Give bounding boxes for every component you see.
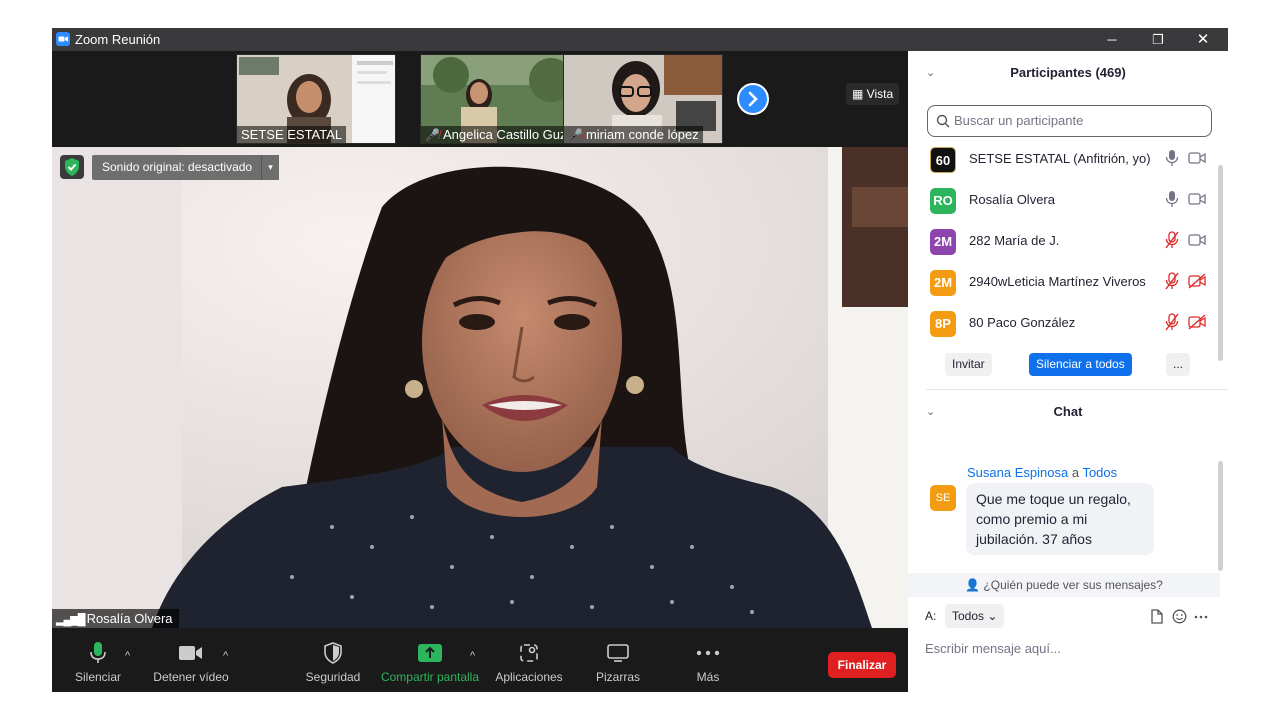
chevron-right-icon: [748, 91, 758, 107]
muted-mic-icon: 🎤̸: [568, 128, 583, 142]
restore-button[interactable]: ❐: [1135, 28, 1181, 51]
video-camera-icon: [179, 646, 202, 660]
end-meeting-button[interactable]: Finalizar: [828, 652, 896, 678]
participant-name: 2940wLeticia Martínez Viveros: [969, 274, 1146, 289]
emoji-icon[interactable]: [1172, 609, 1187, 624]
chat-message-input[interactable]: Escribir mensaje aquí...: [925, 641, 1061, 656]
whiteboards-button[interactable]: Pizarras: [592, 640, 644, 684]
thumbnail-video[interactable]: SETSE ESTATAL: [236, 54, 396, 144]
search-icon: [936, 114, 950, 128]
microphone-icon[interactable]: [1165, 149, 1179, 167]
participant-avatar: 8P: [930, 311, 956, 337]
speaker-name-label: ▂▄▆█ Rosalía Olvera: [52, 609, 179, 628]
muted-mic-icon[interactable]: [1165, 272, 1179, 290]
message-bubble: Que me toque un regalo, como premio a mi…: [966, 483, 1154, 555]
video-off-icon[interactable]: [1188, 273, 1206, 289]
view-button[interactable]: ▦ Vista: [846, 83, 900, 105]
security-status-badge: [60, 155, 84, 179]
signal-bars-icon: ▂▄▆█: [56, 614, 87, 626]
muted-mic-icon[interactable]: [1165, 231, 1179, 249]
participant-row[interactable]: 8P 80 Paco González: [908, 302, 1220, 343]
chat-header[interactable]: ⌄ Chat: [908, 400, 1228, 424]
muted-mic-icon[interactable]: [1165, 313, 1179, 331]
thumbnail-video[interactable]: 🎤̸ miriam conde lópez: [563, 54, 723, 144]
share-screen-button[interactable]: Compartir pantalla: [380, 640, 480, 684]
chevron-down-icon: ⌄: [926, 67, 936, 79]
participant-search-input[interactable]: Buscar un participante: [927, 105, 1212, 137]
chat-scrollbar[interactable]: [1218, 461, 1223, 571]
next-page-button[interactable]: [737, 83, 769, 115]
user-icon: 👤: [965, 578, 984, 592]
whiteboard-icon: [607, 644, 629, 662]
participants-more-button[interactable]: ...: [1166, 353, 1191, 376]
video-camera-icon[interactable]: [1188, 232, 1206, 248]
more-dots-icon: [696, 650, 720, 656]
window-title: Zoom Reunión: [75, 32, 161, 47]
minimize-button[interactable]: ─: [1089, 28, 1135, 51]
close-button[interactable]: ✕: [1180, 28, 1226, 51]
muted-mic-icon: 🎤̸: [425, 128, 440, 142]
thumbnail-video[interactable]: 🎤̸ Angelica Castillo Guz...: [420, 54, 580, 144]
recipient-label: A:: [925, 609, 937, 623]
participant-name: Rosalía Olvera: [969, 192, 1055, 207]
participant-row[interactable]: RO Rosalía Olvera: [908, 179, 1220, 220]
apps-icon: [520, 644, 538, 662]
speaker-scene: [52, 147, 908, 628]
sender-avatar: SE: [930, 485, 956, 511]
chevron-down-icon: ⌄: [984, 609, 998, 623]
mute-all-button[interactable]: Silenciar a todos: [1029, 353, 1132, 376]
security-button[interactable]: Seguridad: [302, 640, 364, 684]
file-icon[interactable]: [1150, 609, 1164, 624]
invite-button[interactable]: Invitar: [945, 353, 992, 376]
who-can-see-link[interactable]: 👤 ¿Quién puede ver sus mensajes?: [908, 573, 1220, 597]
participant-row[interactable]: 2M 282 María de J.: [908, 220, 1220, 261]
original-sound-status[interactable]: Sonido original: desactivado: [92, 155, 263, 180]
participant-row[interactable]: 2M 2940wLeticia Martínez Viveros: [908, 261, 1220, 302]
more-button[interactable]: Más: [682, 640, 734, 684]
thumbnail-name: 🎤̸ Angelica Castillo Guz...: [421, 126, 579, 143]
participant-avatar: RO: [930, 188, 956, 214]
side-panel: ⌄ Participantes (469) Buscar un particip…: [908, 51, 1228, 692]
stop-video-button[interactable]: Detener vídeo: [150, 640, 232, 684]
video-camera-icon[interactable]: [1188, 150, 1206, 166]
mute-button[interactable]: Silenciar: [72, 640, 124, 684]
audio-options-caret[interactable]: ^: [125, 650, 130, 662]
participant-avatar: 2M: [930, 229, 956, 255]
video-options-caret[interactable]: ^: [223, 650, 228, 662]
participant-avatar: 60: [930, 147, 956, 173]
apps-button[interactable]: Aplicaciones: [492, 640, 566, 684]
participant-name: SETSE ESTATAL (Anfitrión, yo): [969, 151, 1151, 166]
message-header: Susana Espinosa a Todos: [967, 465, 1118, 480]
thumbnail-name: 🎤̸ miriam conde lópez: [564, 126, 703, 143]
chevron-down-icon: ⌄: [926, 406, 936, 418]
zoom-window: Zoom Reunión ─ ❐ ✕ SETSE ESTATAL 🎤̸ Angel…: [52, 28, 1228, 692]
original-sound-dropdown[interactable]: ▾: [261, 155, 279, 180]
title-bar: Zoom Reunión ─ ❐ ✕: [52, 28, 1228, 51]
participants-header[interactable]: ⌄ Participantes (469): [908, 61, 1228, 85]
microphone-icon: [90, 642, 106, 663]
shield-icon: [324, 642, 342, 664]
microphone-icon[interactable]: [1165, 190, 1179, 208]
zoom-logo-icon: [56, 32, 70, 46]
recipient-select[interactable]: Todos ⌄: [945, 604, 1005, 628]
thumbnail-strip: SETSE ESTATAL 🎤̸ Angelica Castillo Guz...…: [52, 51, 908, 147]
shield-check-icon: [65, 158, 79, 176]
divider: [926, 389, 1228, 390]
share-options-caret[interactable]: ^: [470, 650, 475, 662]
participant-avatar: 2M: [930, 270, 956, 296]
participant-list-scrollbar[interactable]: [1218, 165, 1223, 361]
speaker-video: Sonido original: desactivado ▾ ▂▄▆█ Rosa…: [52, 147, 908, 628]
share-screen-icon: [418, 644, 442, 662]
participant-name: 282 María de J.: [969, 233, 1060, 248]
participant-name: 80 Paco González: [969, 315, 1076, 330]
meeting-toolbar: Silenciar ^ Detener vídeo ^ Seguridad Co…: [52, 628, 908, 692]
participant-row[interactable]: 60 SETSE ESTATAL (Anfitrión, yo): [908, 138, 1220, 179]
chevron-down-icon: ▾: [268, 162, 273, 172]
grid-icon: ▦: [852, 87, 867, 101]
thumbnail-name: SETSE ESTATAL: [237, 126, 347, 143]
video-off-icon[interactable]: [1188, 314, 1206, 330]
more-dots-icon[interactable]: [1194, 615, 1208, 619]
video-camera-icon[interactable]: [1188, 191, 1206, 207]
